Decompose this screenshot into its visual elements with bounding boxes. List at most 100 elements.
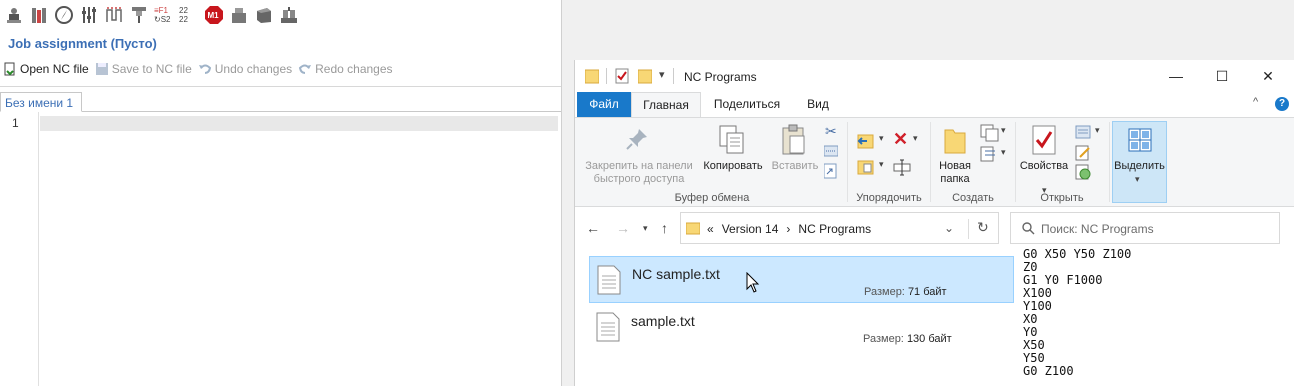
code-editor[interactable]: 1 — [0, 112, 561, 386]
ribbon-tabs: Файл Главная Поделиться Вид ^ ? — [575, 92, 1294, 117]
mouse-cursor-icon — [746, 272, 760, 293]
file-size: Размер: 130 байт — [863, 333, 952, 345]
up-icon[interactable]: ↑ — [661, 220, 668, 236]
compass-icon[interactable] — [53, 5, 74, 26]
select-label: Выделить — [1114, 160, 1165, 172]
new-folder-icon[interactable] — [638, 68, 652, 84]
breadcrumb-overflow[interactable]: « — [707, 222, 714, 236]
grid-icon[interactable]: 22 22 — [178, 5, 199, 26]
current-line-highlight[interactable] — [40, 116, 558, 131]
svg-text:22: 22 — [179, 6, 188, 15]
minimize-button[interactable]: — — [1153, 64, 1199, 88]
svg-text:≡F1: ≡F1 — [154, 6, 169, 15]
cam-toolbar: ≡F1 ↻S2 22 22 M1 — [3, 3, 299, 27]
paste-button[interactable]: Вставить — [767, 160, 823, 173]
vise-icon[interactable] — [278, 5, 299, 26]
search-icon — [1022, 222, 1035, 235]
tab-view[interactable]: Вид — [793, 92, 843, 117]
address-bar[interactable]: « Version 14 › NC Programs ⌄ ↻ — [680, 212, 999, 244]
easy-access-dropdown-icon[interactable]: ▾ — [1001, 147, 1006, 158]
undo-changes-label: Undo changes — [214, 62, 293, 76]
group-separator — [930, 122, 931, 202]
tuners-icon[interactable] — [78, 5, 99, 26]
open-dropdown-icon[interactable]: ▾ — [1095, 125, 1100, 136]
new-item-icon[interactable] — [980, 124, 1000, 142]
qat-dropdown-icon[interactable]: ▾ — [659, 68, 665, 81]
file-size-value: 71 байт — [907, 286, 947, 298]
path-icon[interactable] — [103, 5, 124, 26]
file-actions-bar: Open NC file Save to NC file Undo change… — [3, 62, 393, 76]
tab-share[interactable]: Поделиться — [705, 92, 789, 117]
properties-large-icon — [1032, 125, 1056, 155]
breadcrumb-version-14[interactable]: Version 14 — [722, 222, 779, 236]
refresh-icon[interactable]: ↻ — [977, 219, 989, 236]
undo-changes-button[interactable]: Undo changes — [198, 62, 292, 76]
copy-to-icon[interactable] — [857, 158, 877, 176]
open-nc-file-button[interactable]: Open NC file — [3, 62, 89, 76]
address-dropdown-icon[interactable]: ⌄ — [944, 221, 954, 235]
redo-changes-button[interactable]: Redo changes — [298, 62, 393, 76]
stock-icon[interactable] — [28, 5, 49, 26]
line-number: 1 — [12, 116, 19, 130]
group-separator — [1015, 122, 1016, 202]
clipboard-group-label: Буфер обмена — [674, 192, 750, 204]
address-folder-icon — [686, 222, 700, 235]
pin-quick-access-button[interactable]: Закрепить на панели быстрого доступа — [579, 160, 699, 186]
cut-icon[interactable]: ✂ — [825, 123, 837, 140]
move-to-icon[interactable] — [857, 132, 877, 150]
history-icon[interactable] — [1075, 164, 1091, 180]
group-separator — [847, 122, 848, 202]
breadcrumb-separator[interactable]: › — [786, 222, 790, 236]
copy-path-icon[interactable] — [824, 145, 838, 157]
easy-access-icon[interactable] — [980, 146, 998, 162]
recent-locations-icon[interactable]: ▾ — [643, 223, 648, 234]
rename-icon[interactable] — [893, 158, 911, 176]
svg-text:M1: M1 — [207, 11, 219, 20]
edit-icon[interactable] — [1075, 145, 1091, 161]
ribbon-home: Закрепить на панели быстрого доступа Коп… — [575, 117, 1294, 207]
select-grid-icon — [1128, 128, 1152, 152]
copy-to-dropdown-icon[interactable]: ▾ — [879, 159, 884, 170]
save-to-nc-file-button[interactable]: Save to NC file — [95, 62, 192, 76]
tab-home[interactable]: Главная — [631, 92, 701, 117]
part-icon[interactable] — [228, 5, 249, 26]
move-to-dropdown-icon[interactable]: ▾ — [879, 133, 884, 144]
forward-icon[interactable]: → — [616, 220, 630, 236]
properties-button[interactable]: Свойства — [1017, 160, 1071, 173]
svg-text:22: 22 — [179, 15, 188, 24]
open-icon[interactable] — [1075, 124, 1093, 140]
file-item-nc-sample[interactable]: NC sample.txt Размер: 71 байт — [589, 256, 1014, 303]
tab-untitled-1[interactable]: Без имени 1 — [0, 92, 83, 112]
back-icon[interactable]: ← — [586, 220, 600, 236]
select-dropdown-icon: ▾ — [1135, 174, 1140, 184]
search-box[interactable]: Поиск: NC Programs — [1010, 212, 1280, 244]
collapse-ribbon-icon[interactable]: ^ — [1253, 96, 1258, 108]
file-size-label: Размер: — [864, 286, 905, 298]
maximize-button[interactable]: ☐ — [1199, 64, 1245, 88]
delete-icon[interactable]: ✕ — [893, 129, 908, 150]
paste-icon — [782, 124, 805, 155]
feeds-speeds-icon[interactable]: ≡F1 ↻S2 — [153, 5, 174, 26]
save-to-nc-file-label: Save to NC file — [111, 62, 192, 76]
file-item-sample[interactable]: sample.txt Размер: 130 байт — [589, 304, 1014, 351]
tool-icon[interactable] — [128, 5, 149, 26]
close-button[interactable]: ✕ — [1245, 64, 1291, 88]
pane-splitter[interactable] — [561, 0, 574, 386]
machine-icon[interactable] — [3, 5, 24, 26]
block-icon[interactable] — [253, 5, 274, 26]
tab-file[interactable]: Файл — [577, 92, 631, 117]
properties-icon[interactable] — [615, 68, 629, 84]
text-file-icon — [597, 265, 621, 295]
gutter-divider — [38, 112, 39, 386]
qat-separator — [606, 68, 607, 84]
breadcrumb-nc-programs[interactable]: NC Programs — [798, 222, 871, 236]
select-button[interactable]: Выделить ▾ — [1112, 121, 1167, 203]
copy-button[interactable]: Копировать — [699, 160, 767, 173]
delete-dropdown-icon[interactable]: ▾ — [913, 133, 918, 144]
help-icon[interactable]: ? — [1275, 97, 1289, 111]
new-item-dropdown-icon[interactable]: ▾ — [1001, 125, 1006, 136]
new-folder-button[interactable]: Новая папка — [933, 160, 977, 186]
job-title: Job assignment (Пусто) — [8, 36, 157, 51]
paste-shortcut-icon[interactable] — [824, 163, 838, 179]
m1-stop-icon[interactable]: M1 — [203, 5, 224, 26]
